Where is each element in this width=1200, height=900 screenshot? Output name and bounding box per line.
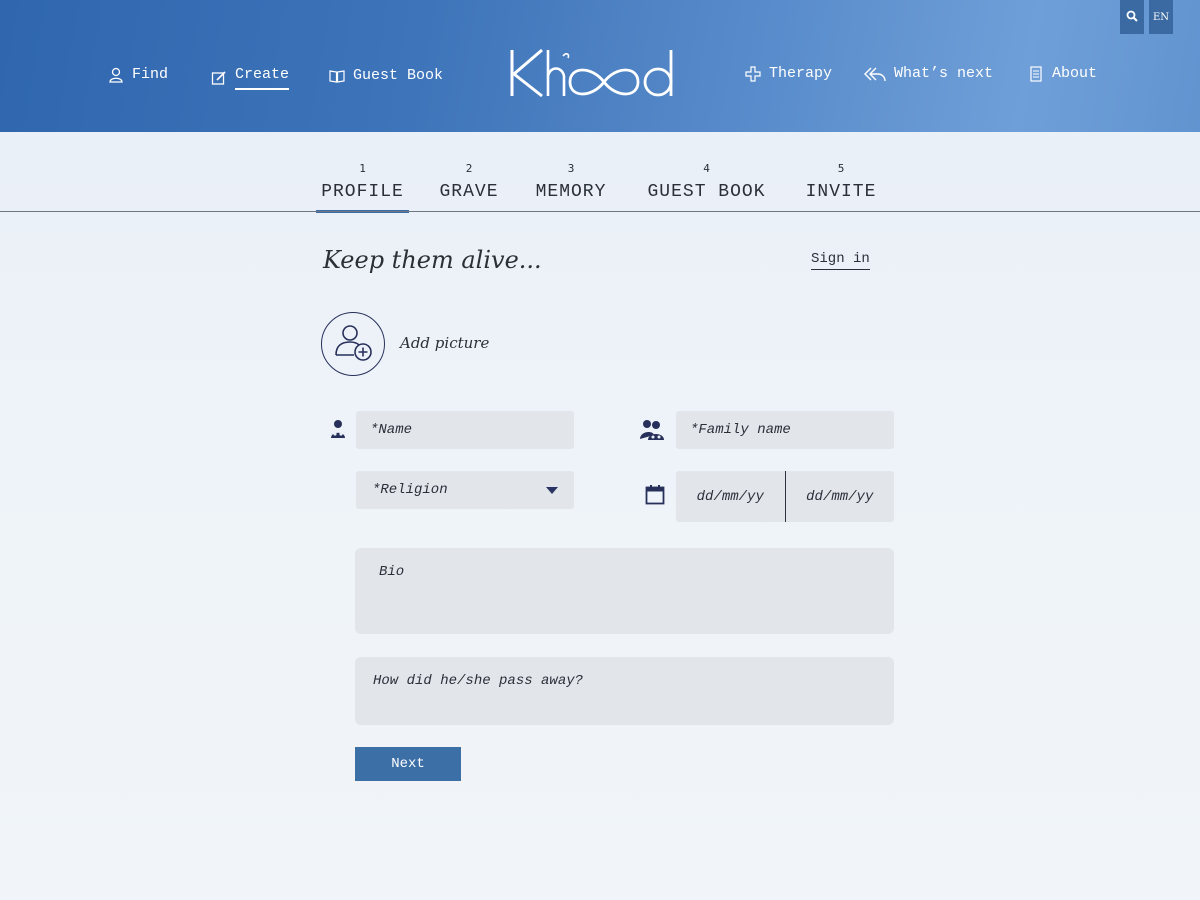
khood-logo[interactable] [508,46,676,100]
plus-cross-icon [745,65,761,82]
nav-guest-book[interactable]: Guest Book [329,67,443,84]
date-from-field[interactable]: dd/mm/yy [676,471,785,522]
nav-whats-next-label: What’s next [894,65,994,82]
search-icon [1126,10,1138,25]
edit-icon [211,70,227,86]
religion-select-label: *Religion [372,482,448,498]
nav-guest-book-label: Guest Book [353,67,444,84]
calendar-icon [645,484,665,506]
step-grave[interactable]: 2 GRAVE [436,162,502,202]
step-number: 4 [703,162,710,175]
document-icon [1028,65,1044,82]
language-label: EN [1152,11,1170,23]
steps-divider [0,211,1200,212]
caret-down-icon [546,486,558,494]
step-number: 2 [465,162,473,175]
family-name-input[interactable] [676,411,894,449]
religion-select[interactable]: *Religion [356,471,574,509]
nav-find-label: Find [132,66,169,83]
user-icon [108,67,124,83]
name-input[interactable] [356,411,574,449]
step-name: PROFILE [321,182,404,202]
nav-about-label: About [1052,65,1098,82]
step-memory[interactable]: 3 MEMORY [532,162,610,202]
nav-therapy-label: Therapy [769,65,833,82]
date-to-field[interactable]: dd/mm/yy [786,471,895,522]
step-number: 1 [359,162,366,175]
add-picture-button[interactable] [321,312,385,376]
next-button[interactable]: Next [355,747,461,781]
step-name: GRAVE [439,182,499,202]
reply-all-icon [864,66,886,82]
step-name: MEMORY [535,182,607,202]
top-header: Find Create Guest Book Therapy What’s ne… [0,0,1200,132]
nav-about[interactable]: About [1028,65,1097,82]
step-name: INVITE [805,182,877,202]
step-number: 3 [567,162,575,175]
step-number: 5 [837,162,845,175]
pass-away-placeholder: How did he/she pass away? [373,673,584,689]
nav-whats-next[interactable]: What’s next [864,65,993,82]
search-button[interactable] [1120,0,1144,34]
nav-therapy[interactable]: Therapy [745,65,832,82]
person-icon [328,419,348,439]
nav-create-label: Create [235,66,290,90]
bio-textarea[interactable]: Bio [355,548,894,634]
step-invite[interactable]: 5 INVITE [802,162,880,202]
date-range: dd/mm/yy dd/mm/yy [676,471,894,522]
sign-in-link[interactable]: Sign in [811,251,870,270]
language-button[interactable]: EN [1149,0,1173,34]
add-user-icon [330,319,376,370]
step-profile[interactable]: 1 PROFILE [316,162,409,213]
step-guest-book[interactable]: 4 GUEST BOOK [641,162,772,202]
nav-create[interactable]: Create [211,66,290,90]
page-heading: Keep them alive... [323,246,542,274]
add-picture-label[interactable]: Add picture [400,334,489,352]
book-icon [329,68,345,84]
nav-find[interactable]: Find [108,66,168,83]
step-name: GUEST BOOK [647,182,766,202]
bio-placeholder: Bio [379,564,405,580]
pass-away-textarea[interactable]: How did he/she pass away? [355,657,894,725]
family-icon [639,419,665,441]
